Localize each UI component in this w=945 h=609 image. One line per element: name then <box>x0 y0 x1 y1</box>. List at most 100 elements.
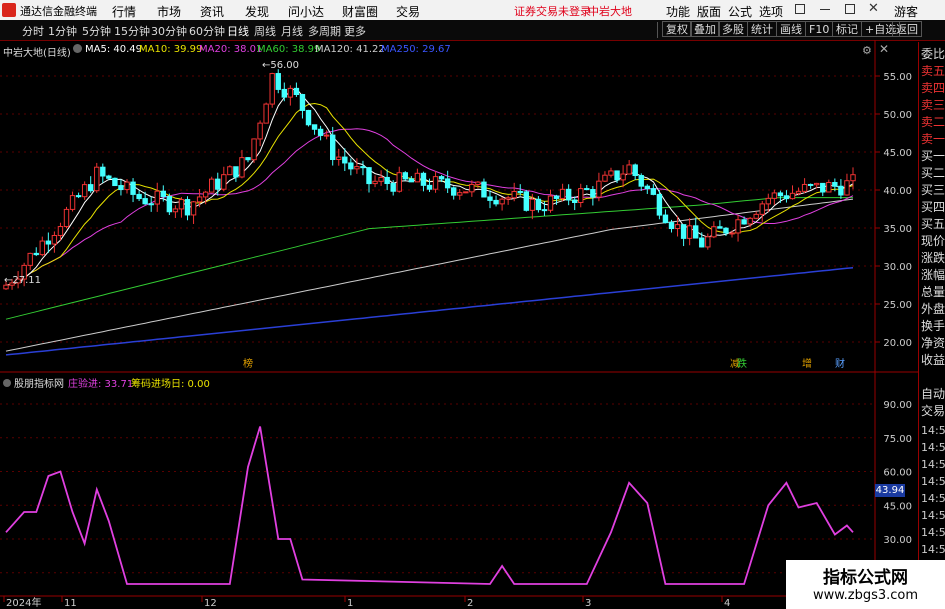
period-daily[interactable]: 日线 <box>227 23 249 39</box>
quote-field-15: 外盘 <box>921 302 945 316</box>
event-marker[interactable]: 跌 <box>737 357 747 370</box>
period-more[interactable]: 更多 <box>344 23 366 39</box>
diejia-button[interactable]: 叠加 <box>690 21 720 37</box>
candle-body <box>311 124 318 130</box>
menu-caifuquan[interactable]: 财富圈 <box>342 3 378 20</box>
candle-body <box>680 224 687 239</box>
candle-body <box>838 185 844 196</box>
period-1min[interactable]: 1分钟 <box>48 23 77 39</box>
candle-body <box>620 173 626 181</box>
candle-body <box>814 182 820 186</box>
candle-body <box>529 198 536 211</box>
price-axis-label: 35.00 <box>883 224 912 235</box>
candle-body <box>717 226 723 229</box>
kline-chart[interactable]: 55.00 50.00 45.00 40.00 35.00 30.00 25.00 20.00… <box>0 40 918 609</box>
menu-gongneng[interactable]: 功能 <box>666 3 690 20</box>
indicator-axis-label: 45.00 <box>883 501 912 512</box>
candle-body <box>81 184 88 198</box>
candle-body <box>584 188 590 191</box>
back-button[interactable]: 返回 <box>892 21 922 37</box>
candle-body <box>826 182 832 193</box>
candle-body <box>251 138 257 161</box>
fuquan-button[interactable]: 复权 <box>662 21 692 37</box>
f10-button[interactable]: F10 <box>805 21 834 37</box>
tick-time: 14:56 <box>921 492 945 505</box>
candle-body <box>130 181 136 195</box>
menu-shichang[interactable]: 市场 <box>157 3 181 20</box>
candle-body <box>572 199 578 203</box>
menu-xuanxiang[interactable]: 选项 <box>759 3 783 20</box>
candle-body <box>348 162 354 170</box>
price-axis-label: 40.00 <box>883 186 912 197</box>
toolbar-divider <box>657 22 658 38</box>
candle-body <box>178 199 185 210</box>
period-multi[interactable]: 多周期 <box>308 23 341 39</box>
candle-body <box>608 170 614 176</box>
menu-jiaoyi[interactable]: 交易 <box>396 3 420 20</box>
candle-body <box>656 193 663 216</box>
duogu-button[interactable]: 多股 <box>718 21 748 37</box>
candle-body <box>650 188 657 195</box>
candle-body <box>832 182 838 187</box>
minimize-icon[interactable] <box>820 9 830 10</box>
menu-wenxiaoda[interactable]: 问小达 <box>288 3 324 20</box>
guest-label[interactable]: 游客 <box>894 3 918 20</box>
event-marker[interactable]: 财 <box>835 357 845 370</box>
candle-body <box>475 181 481 185</box>
event-marker[interactable]: 增 <box>802 357 812 370</box>
candle-body <box>166 196 173 213</box>
candle-body <box>281 88 288 98</box>
period-60min[interactable]: 60分钟 <box>189 23 225 39</box>
period-monthly[interactable]: 月线 <box>281 23 303 39</box>
date-label: 3 <box>585 598 591 609</box>
period-15min[interactable]: 15分钟 <box>114 23 150 39</box>
period-5min[interactable]: 5分钟 <box>82 23 111 39</box>
quote-field-9: 买四 <box>921 200 945 214</box>
tick-time: 14:56 <box>921 526 945 539</box>
candle-body <box>414 172 421 183</box>
candle-body <box>299 94 306 111</box>
candle-body <box>100 166 106 177</box>
candle-body <box>233 166 239 178</box>
indicator-series-1: 庄验进: 33.71 <box>68 379 134 390</box>
candle-body <box>33 252 39 256</box>
maximize-icon[interactable] <box>845 4 855 14</box>
event-marker[interactable]: 榜 <box>243 357 253 370</box>
candle-body <box>789 192 796 200</box>
candle-body <box>565 188 572 201</box>
quote-field-2: 卖四 <box>921 81 945 95</box>
indicator-dot-icon[interactable] <box>3 379 11 387</box>
menu-gongshi[interactable]: 公式 <box>728 3 752 20</box>
close-icon[interactable]: ✕ <box>868 1 879 16</box>
price-axis-label: 25.00 <box>883 300 912 311</box>
quote-action-1[interactable]: 交易 <box>921 403 945 419</box>
menu-hangqing[interactable]: 行情 <box>112 3 136 20</box>
menu-zixun[interactable]: 资讯 <box>200 3 224 20</box>
huaxian-button[interactable]: 画线 <box>776 21 806 37</box>
skin-icon[interactable] <box>795 4 805 14</box>
price-axis-label: 20.00 <box>883 338 912 349</box>
candle-body <box>753 213 759 219</box>
candle-body <box>432 176 439 190</box>
period-fenshi[interactable]: 分时 <box>22 23 44 39</box>
candle-body <box>172 208 179 213</box>
candle-body <box>747 217 753 225</box>
tick-time: 14:56 <box>921 475 945 488</box>
menu-banmian[interactable]: 版面 <box>697 3 721 20</box>
biaoji-button[interactable]: 标记 <box>832 21 862 37</box>
candle-body <box>408 178 415 183</box>
quote-field-8: 买三 <box>921 183 945 197</box>
trade-login-warning[interactable]: 证券交易未登录 <box>514 3 591 19</box>
date-label: 11 <box>64 598 77 609</box>
candle-body <box>360 166 366 169</box>
tongji-button[interactable]: 统计 <box>747 21 777 37</box>
candle-body <box>686 225 693 239</box>
candle-body <box>777 192 784 197</box>
menu-faxian[interactable]: 发现 <box>245 3 269 20</box>
quote-field-13: 涨幅 <box>921 268 945 282</box>
candle-body <box>626 164 632 175</box>
quote-action-0[interactable]: 自动 <box>921 386 945 402</box>
period-30min[interactable]: 30分钟 <box>151 23 187 39</box>
period-weekly[interactable]: 周线 <box>254 23 276 39</box>
candle-body <box>196 196 203 203</box>
